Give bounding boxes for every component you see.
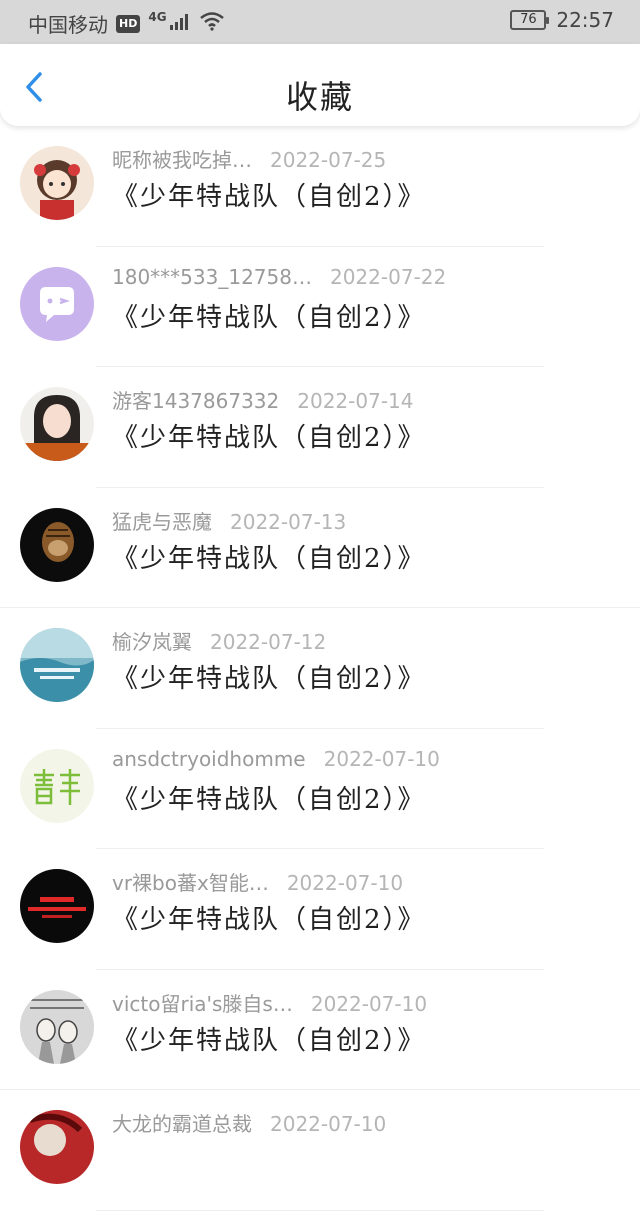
item-meta: vr裸bo蕃x智能… 2022-07-10 [112, 867, 403, 896]
item-meta: 大龙的霸道总裁 2022-07-10 [112, 1108, 386, 1137]
nickname: 大龙的霸道总裁 [112, 1112, 252, 1136]
nickname: victo留ria's滕自s… [112, 991, 293, 1016]
work-title: 《少年特战队（自创2）》 [112, 182, 426, 212]
wifi-icon [199, 11, 225, 36]
list-item[interactable]: 大龙的霸道总裁 2022-07-10 [0, 1090, 640, 1211]
item-meta: 昵称被我吃掉… 2022-07-25 [112, 144, 386, 173]
list-item[interactable]: ansdctryoidhomme 2022-07-10 《少年特战队（自创2）》 [0, 729, 640, 850]
work-title: 《少年特战队（自创2）》 [112, 543, 426, 574]
nickname: 180***533_12758… [112, 264, 312, 289]
nav-header: 收藏 [0, 44, 640, 126]
hd-badge: HD [116, 14, 141, 33]
list-item[interactable]: 游客1437867332 2022-07-14 《少年特战队（自创2）》 [0, 367, 640, 488]
list-item[interactable]: 猛虎与恶魔 2022-07-13 《少年特战队（自创2）》 [0, 488, 640, 609]
cartoon-girl-avatar [20, 146, 94, 220]
page-title: 收藏 [285, 78, 354, 116]
status-bar-left: 中国移动 HD 4G [28, 9, 225, 38]
item-meta: victo留ria's滕自s… 2022-07-10 [112, 988, 427, 1017]
nickname: 猛虎与恶魔 [112, 509, 212, 534]
nickname: 榆汐岚翼 [112, 630, 192, 654]
work-title: 《少年特战队（自创2）》 [112, 664, 426, 694]
list-item[interactable]: 榆汐岚翼 2022-07-12 《少年特战队（自创2）》 [0, 608, 640, 729]
work-title: 《少年特战队（自创2）》 [112, 302, 426, 333]
list-item[interactable]: 180***533_12758… 2022-07-22 《少年特战队（自创2）》 [0, 247, 640, 368]
date: 2022-07-22 [329, 264, 447, 289]
work-title: 《少年特战队（自创2）》 [112, 905, 426, 935]
date: 2022-07-14 [297, 389, 414, 413]
sea-landscape-avatar [20, 628, 94, 702]
item-meta: ansdctryoidhomme 2022-07-10 [112, 747, 440, 771]
date: 2022-07-12 [210, 630, 327, 654]
red-text-avatar [20, 869, 94, 943]
list-item[interactable]: vr裸bo蕃x智能… 2022-07-10 《少年特战队（自创2）》 [0, 849, 640, 970]
list-item[interactable]: victo留ria's滕自s… 2022-07-10 《少年特战队（自创2）》 [0, 970, 640, 1091]
item-meta: 180***533_12758… 2022-07-22 [112, 265, 446, 289]
green-character-avatar [20, 748, 94, 823]
battery-level: 76 [520, 12, 537, 27]
status-bar: 中国移动 HD 4G 76 22:57 [0, 0, 640, 44]
nickname: 昵称被我吃掉… [112, 148, 252, 172]
status-bar-right: 76 22:57 [510, 8, 614, 32]
work-title: 《少年特战队（自创2）》 [112, 423, 426, 453]
work-title: 《少年特战队（自创2）》 [112, 784, 426, 815]
item-meta: 榆汐岚翼 2022-07-12 [112, 626, 326, 655]
favorites-list: 昵称被我吃掉… 2022-07-25 《少年特战队（自创2）》 180***53… [0, 126, 640, 1211]
girl-photo-avatar [20, 387, 94, 461]
network-type: 4G [148, 9, 167, 24]
date: 2022-07-10 [270, 1112, 387, 1136]
nickname: 游客1437867332 [112, 389, 280, 413]
clock: 22:57 [556, 8, 614, 32]
list-item[interactable]: 昵称被我吃掉… 2022-07-25 《少年特战队（自创2）》 [0, 126, 640, 247]
date: 2022-07-13 [230, 509, 347, 534]
item-meta: 猛虎与恶魔 2022-07-13 [112, 506, 346, 535]
tiger-avatar [20, 507, 94, 582]
anime-sketch-avatar [20, 989, 94, 1064]
nickname: ansdctryoidhomme [112, 746, 306, 771]
work-title: 《少年特战队（自创2）》 [112, 1025, 426, 1056]
battery-icon: 76 [510, 10, 550, 30]
red-anime-avatar [20, 1110, 94, 1184]
nickname: vr裸bo蕃x智能… [112, 871, 269, 895]
item-meta: 游客1437867332 2022-07-14 [112, 385, 413, 414]
date: 2022-07-10 [286, 871, 404, 895]
carrier-label: 中国移动 [28, 13, 108, 37]
date: 2022-07-25 [270, 148, 387, 172]
chat-bubble-avatar [20, 266, 94, 341]
date: 2022-07-10 [323, 746, 440, 771]
date: 2022-07-10 [310, 991, 428, 1016]
signal-icon [169, 12, 191, 36]
